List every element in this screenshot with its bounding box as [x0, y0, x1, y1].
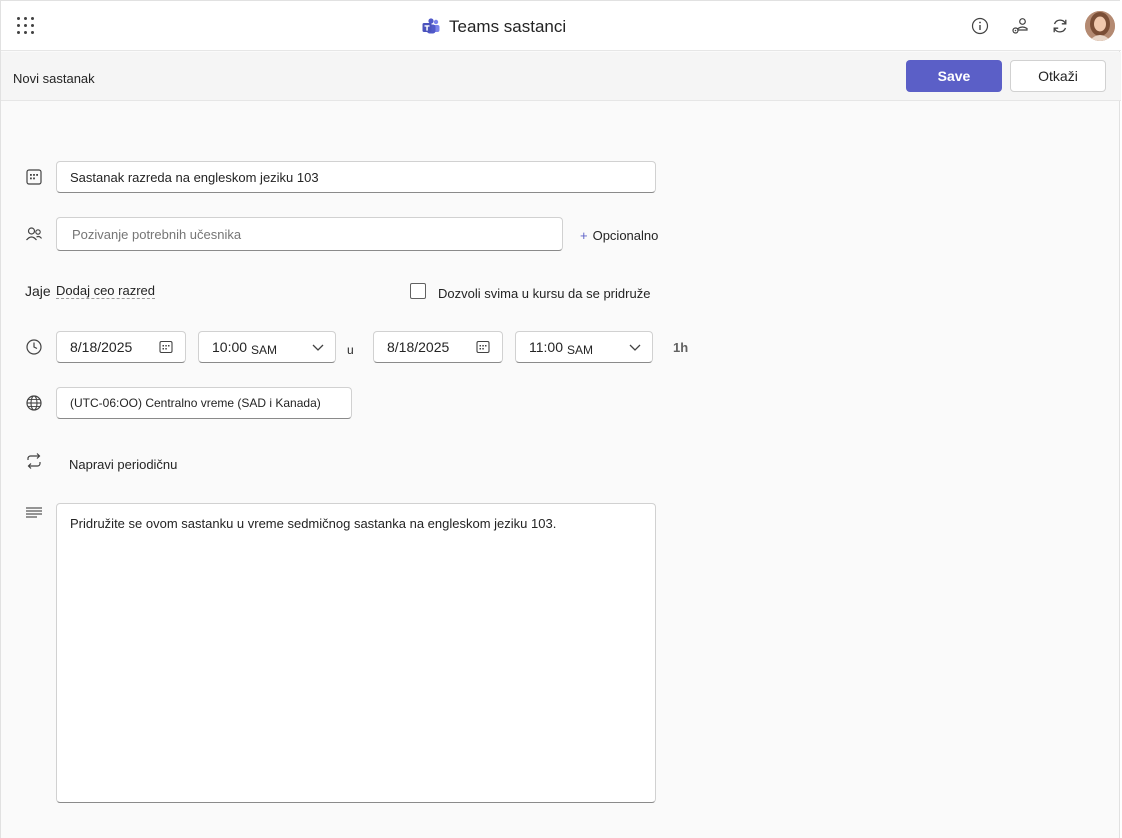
- add-class-link[interactable]: Dodaj ceo razred: [56, 283, 155, 299]
- end-ampm-text: SAM: [567, 343, 594, 357]
- avatar[interactable]: [1085, 11, 1115, 41]
- refresh-icon[interactable]: [1050, 16, 1070, 36]
- plus-icon: +: [580, 228, 588, 243]
- app-window: Teams sastanci Novi sastanak Save Otkaži…: [0, 0, 1121, 838]
- recurrence-icon: [27, 453, 41, 469]
- page-title: Novi sastanak: [13, 71, 95, 86]
- calendar-icon[interactable]: [159, 340, 173, 354]
- end-date-value: 8/18/2025: [387, 339, 450, 355]
- teams-logo-icon: [422, 18, 440, 34]
- globe-icon: [26, 395, 42, 411]
- timezone-value: (UTC-06:OO) Centralno vreme (SAD i Kanad…: [70, 396, 321, 410]
- start-time-text: 10:00: [212, 339, 248, 355]
- allow-all-checkbox[interactable]: [410, 283, 426, 299]
- description-editor[interactable]: Pridružite se ovom sastanku u vreme sedm…: [56, 503, 656, 803]
- end-time-value: 11:00 SAM: [529, 339, 594, 357]
- calendar-icon[interactable]: [476, 340, 490, 354]
- cancel-button[interactable]: Otkaži: [1010, 60, 1106, 92]
- app-title: Teams sastanci: [421, 15, 566, 39]
- timezone-field[interactable]: (UTC-06:OO) Centralno vreme (SAD i Kanad…: [56, 387, 352, 419]
- save-button[interactable]: Save: [906, 60, 1002, 92]
- start-date-value: 8/18/2025: [70, 339, 133, 355]
- clock-icon: [26, 339, 42, 355]
- make-recurring-link[interactable]: Napravi periodičnu: [69, 457, 177, 472]
- waffle-icon[interactable]: [17, 17, 35, 35]
- sub-header: Novi sastanak Save Otkaži: [1, 52, 1121, 101]
- start-date-field[interactable]: 8/18/2025: [56, 331, 186, 363]
- people-settings-icon[interactable]: [1010, 16, 1030, 36]
- app-title-text: Teams sastanci: [449, 17, 567, 36]
- title-input[interactable]: [70, 169, 655, 185]
- text-description-icon: [26, 507, 42, 518]
- duration-label: 1h: [673, 340, 689, 355]
- top-bar: Teams sastanci: [1, 1, 1121, 51]
- info-icon[interactable]: [970, 16, 990, 36]
- optional-label: Opcionalno: [592, 228, 659, 243]
- optional-attendees-link[interactable]: + Opcionalno: [580, 228, 658, 243]
- people-icon: [26, 227, 42, 241]
- start-time-value: 10:00 SAM: [212, 339, 278, 357]
- description-text: Pridružite se ovom sastanku u vreme sedm…: [70, 516, 557, 531]
- title-field[interactable]: [56, 161, 656, 193]
- chevron-down-icon[interactable]: [311, 340, 325, 354]
- attendees-input[interactable]: [72, 226, 562, 242]
- attendees-field[interactable]: [56, 217, 563, 251]
- end-time-text: 11:00: [529, 339, 563, 355]
- end-time-field[interactable]: 11:00 SAM: [515, 331, 653, 363]
- calendar-title-icon: [26, 169, 42, 185]
- allow-all-label: Dozvoli svima u kursu da se pridruže: [438, 286, 651, 301]
- start-ampm-text: SAM: [251, 343, 278, 357]
- chevron-down-icon[interactable]: [628, 340, 642, 354]
- start-time-field[interactable]: 10:00 SAM: [198, 331, 336, 363]
- to-label: u: [347, 343, 354, 357]
- end-date-field[interactable]: 8/18/2025: [373, 331, 503, 363]
- jaje-label: Jaje: [25, 283, 51, 299]
